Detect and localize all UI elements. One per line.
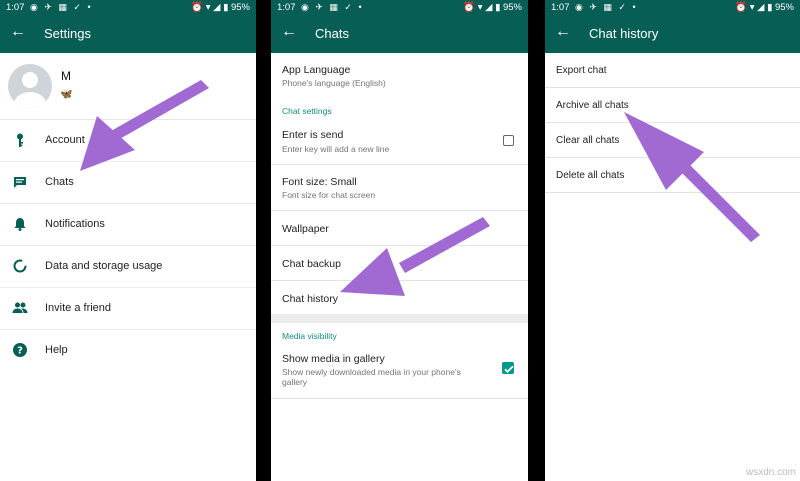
item-title: Archive all chats [556,100,629,111]
avatar[interactable] [8,64,52,108]
app-bar: ← Chat history [545,16,800,53]
status-bar: 1:07 ◉ ✈ ▦ ✓ • ⏰ ▾ ◢ ▮ 95% [0,0,256,16]
battery-level: 95% [230,2,250,13]
app-bar: ← Settings [0,16,256,53]
profile-row[interactable]: M 🦋 [0,53,256,120]
notification-icons: ◉ ✈ ▦ ✓ • [30,2,93,12]
show-media-checkbox[interactable] [502,362,514,374]
settings-item-account[interactable]: Account [0,120,256,162]
profile-name: M [61,69,71,83]
key-icon [17,133,23,147]
section-header-label: Media visibility [282,331,337,341]
settings-item-label: Invite a friend [45,302,112,314]
section-header-chat-settings: Chat settings [271,98,528,120]
status-right: ⏰ ▾ ◢ ▮ 95% [191,2,250,13]
item-subtitle: Phone's language (English) [282,78,386,88]
chat-backup-item[interactable]: Chat backup [271,246,528,281]
settings-item-notifications[interactable]: Notifications [0,204,256,246]
svg-text:?: ? [17,346,23,357]
settings-item-label: Chats [45,176,74,188]
battery-level: 95% [502,2,522,13]
item-title: Wallpaper [282,223,329,235]
settings-item-help[interactable]: ? Help [0,330,256,371]
section-divider [271,314,528,323]
enter-is-send-checkbox[interactable] [503,135,514,146]
status-bar: 1:07 ◉ ✈ ▦ ✓ • ⏰ ▾ ◢ ▮ 95% [271,0,528,16]
status-time: 1:07 [277,2,296,13]
archive-all-chats-item[interactable]: Archive all chats [545,88,800,123]
section-header-media-visibility: Media visibility [271,323,528,345]
status-time: 1:07 [551,2,570,13]
back-arrow-icon[interactable]: ← [281,22,297,42]
item-subtitle: Show newly downloaded media in your phon… [282,367,461,387]
item-title: Delete all chats [556,170,625,181]
item-title: App Language [282,64,351,76]
chats-screen: 1:07 ◉ ✈ ▦ ✓ • ⏰ ▾ ◢ ▮ 95% ← Chats App L… [271,0,528,481]
item-title: Chat backup [282,258,341,270]
help-icon: ? [13,343,27,357]
item-title: Enter is send [282,129,344,141]
watermark: wsxdn.com [745,467,796,478]
chat-history-screen: 1:07 ◉ ✈ ▦ ✓ • ⏰ ▾ ◢ ▮ 95% ← Chat histor… [545,0,800,481]
chat-icon [14,177,26,188]
item-title: Chat history [282,293,339,305]
settings-item-label: Data and storage usage [45,260,163,272]
notification-icons: ◉ ✈ ▦ ✓ • [301,2,364,12]
profile-status: 🦋 [60,89,73,100]
back-arrow-icon[interactable]: ← [555,22,571,42]
page-title: Chat history [589,26,659,41]
bell-icon [14,218,26,231]
settings-item-chats[interactable]: Chats [0,162,256,204]
show-media-item[interactable]: Show media in gallery Show newly downloa… [271,345,528,399]
status-bar: 1:07 ◉ ✈ ▦ ✓ • ⏰ ▾ ◢ ▮ 95% [545,0,800,16]
export-chat-item[interactable]: Export chat [545,53,800,88]
battery-level: 95% [774,2,794,13]
item-title: Font size: Small [282,176,357,188]
status-time: 1:07 [6,2,25,13]
page-title: Settings [44,26,91,41]
wallpaper-item[interactable]: Wallpaper [271,211,528,246]
back-arrow-icon[interactable]: ← [10,22,26,42]
settings-item-label: Account [45,134,85,146]
item-title: Show media in gallery [282,353,385,365]
section-header-label: Chat settings [282,106,332,116]
page-title: Chats [315,26,349,41]
enter-is-send-item[interactable]: Enter is send Enter key will add a new l… [271,120,528,165]
item-title: Clear all chats [556,135,620,146]
settings-item-label: Help [45,344,68,356]
settings-item-label: Notifications [45,218,105,230]
font-size-item[interactable]: Font size: Small Font size for chat scre… [271,165,528,211]
status-right: ⏰ ▾ ◢ ▮ 95% [735,2,794,13]
checkmark-icon [504,365,514,373]
settings-screen: 1:07 ◉ ✈ ▦ ✓ • ⏰ ▾ ◢ ▮ 95% ← Settings M … [0,0,256,481]
app-bar: ← Chats [271,16,528,53]
clear-all-chats-item[interactable]: Clear all chats [545,123,800,158]
status-right: ⏰ ▾ ◢ ▮ 95% [463,2,522,13]
delete-all-chats-item[interactable]: Delete all chats [545,158,800,193]
chat-history-item[interactable]: Chat history [271,281,528,314]
item-title: Export chat [556,65,607,76]
people-icon [12,302,28,313]
notification-icons: ◉ ✈ ▦ ✓ • [575,2,638,12]
app-language-item[interactable]: App Language Phone's language (English) [271,53,528,98]
item-subtitle: Font size for chat screen [282,190,376,200]
data-usage-icon [13,259,27,273]
settings-item-invite[interactable]: Invite a friend [0,288,256,330]
item-subtitle: Enter key will add a new line [282,144,390,154]
settings-item-data-storage[interactable]: Data and storage usage [0,246,256,288]
